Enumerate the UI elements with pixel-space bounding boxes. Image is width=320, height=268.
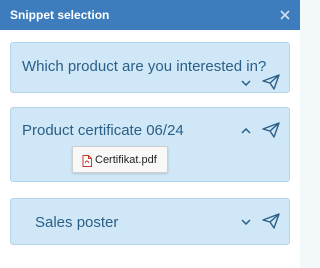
send-icon[interactable]	[262, 213, 280, 229]
chevron-up-icon[interactable]	[240, 126, 252, 136]
chevron-down-icon[interactable]	[240, 78, 252, 88]
dialog-titlebar: Snippet selection	[0, 0, 300, 30]
attachment-name: Certifikat.pdf	[95, 153, 157, 166]
snippet-card-question[interactable]: Which product are you interested in?	[10, 42, 290, 93]
snippet-label: Which product are you interested in?	[22, 58, 267, 75]
close-icon[interactable]	[278, 8, 292, 22]
chevron-down-icon[interactable]	[240, 217, 252, 227]
snippet-label: Sales poster	[35, 214, 119, 231]
snippet-label: Product certificate 06/24	[22, 122, 184, 139]
send-icon[interactable]	[262, 74, 280, 90]
attachment-button[interactable]: Certifikat.pdf	[72, 146, 168, 173]
snippet-card-sales-poster[interactable]: Sales poster	[10, 198, 290, 245]
send-icon[interactable]	[262, 122, 280, 138]
pdf-file-icon	[82, 154, 92, 167]
snippet-card-certificate[interactable]: Product certificate 06/24 Certifikat.pdf	[10, 107, 290, 182]
dialog-title: Snippet selection	[10, 8, 110, 22]
snippet-list: Which product are you interested in? Pro…	[0, 30, 300, 268]
